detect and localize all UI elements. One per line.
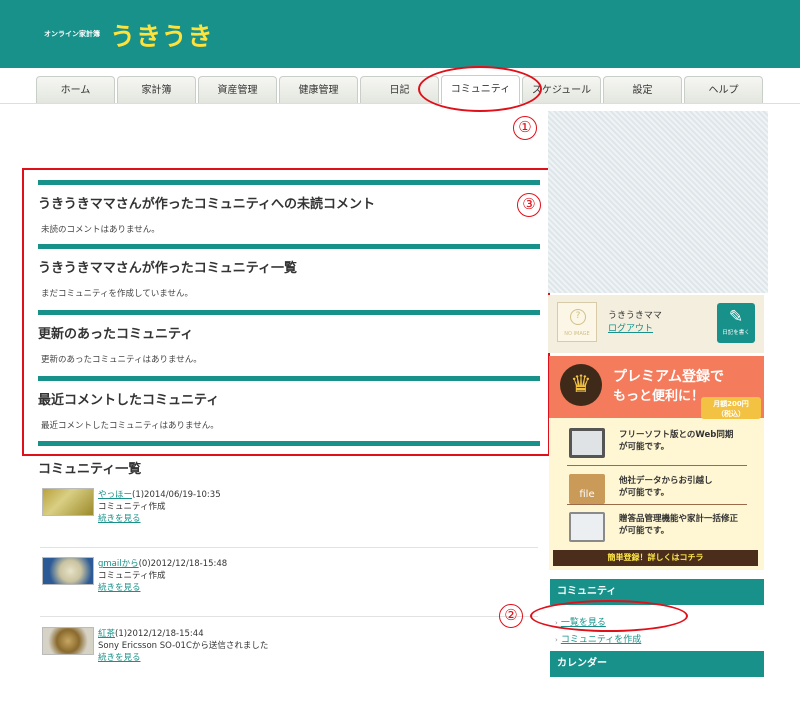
profile-box: ? NO IMAGE うきうきママ ログアウト ✎ 日記を書く <box>548 295 764 353</box>
list-divider <box>40 547 538 548</box>
feature-divider <box>567 504 747 505</box>
section-divider <box>38 441 540 446</box>
section-divider <box>38 244 540 249</box>
community-thumbnail[interactable] <box>42 488 94 516</box>
price-amount: 月額200円 <box>713 400 749 408</box>
community-list-title: コミュニティ一覧 <box>38 462 142 477</box>
tab-settings[interactable]: 設定 <box>603 76 682 103</box>
main-nav: ホーム 家計簿 資産管理 健康管理 日記 コミュニティ スケジュール 設定 ヘル… <box>0 68 800 104</box>
read-more-link[interactable]: 続きを見る <box>98 653 141 663</box>
section-title: うきうきママさんが作ったコミュニティへの未読コメント <box>38 197 375 212</box>
list-item: やっほー(1)2014/06/19-10:35 コミュニティ作成 続きを見る <box>40 488 538 548</box>
site-logo[interactable]: うきうき <box>110 17 214 53</box>
premium-banner[interactable]: ♛ プレミアム登録で もっと便利に！ 月額200円 （税込） フリーソフト版とのW… <box>549 356 764 570</box>
my-communities-section: うきうきママさんが作ったコミュニティ一覧 まだコミュニティを作成していません。 <box>38 244 540 299</box>
section-text: 未読のコメントはありません。 <box>41 225 160 235</box>
price-tax: （税込） <box>717 410 745 418</box>
feature-text: フリーソフト版とのWeb同期 が可能です。 <box>619 430 734 452</box>
premium-subtitle: もっと便利に！ <box>613 389 705 404</box>
crown-icon: ♛ <box>560 364 602 406</box>
community-link[interactable]: gmailから <box>98 559 139 569</box>
tab-household-budget[interactable]: 家計簿 <box>117 76 196 103</box>
monitor-icon <box>569 428 605 458</box>
file-icon: file <box>569 474 605 504</box>
community-description: コミュニティ作成 <box>98 502 166 512</box>
community-meta: (1)2014/06/19-10:35 <box>132 490 221 500</box>
feature-text: 他社データからお引越し が可能です。 <box>619 476 713 498</box>
read-more-link[interactable]: 続きを見る <box>98 514 141 524</box>
community-meta: (0)2012/12/18-15:48 <box>138 559 228 569</box>
write-diary-label: 日記を書く <box>722 330 750 336</box>
profile-name: うきうきママ <box>608 311 662 321</box>
tab-asset-management[interactable]: 資産管理 <box>198 76 277 103</box>
community-title-line: やっほー(1)2014/06/19-10:35 <box>98 488 221 500</box>
section-divider-bottom <box>38 441 540 446</box>
community-title-line: 紅茶(1)2012/12/18-15:44 <box>98 627 204 639</box>
premium-cta-button[interactable]: 簡単登録！詳しくはコチラ <box>553 550 758 566</box>
annotation-ellipse-list <box>530 600 688 632</box>
premium-feature: 贈答品管理機能や家計一括修正 が可能です。 <box>567 506 747 552</box>
list-divider <box>40 616 538 617</box>
arrow-icon: › <box>555 636 558 644</box>
community-link[interactable]: やっほー <box>98 490 132 500</box>
list-item: gmailから(0)2012/12/18-15:48 コミュニティ作成 続きを見… <box>40 557 538 617</box>
write-diary-button[interactable]: ✎ 日記を書く <box>717 303 755 343</box>
community-description: Sony Ericsson SO-01Cから送信されました <box>98 641 269 651</box>
list-item: 紅茶(1)2012/12/18-15:44 Sony Ericsson SO-0… <box>40 627 538 687</box>
ad-banner[interactable] <box>548 111 768 293</box>
recent-comment-communities-section: 最近コメントしたコミュニティ 最近コメントしたコミュニティはありません。 <box>38 376 540 431</box>
premium-title: プレミアム登録で <box>613 369 725 385</box>
annotation-number-2: ② <box>499 604 523 628</box>
premium-header: ♛ プレミアム登録で もっと便利に！ 月額200円 （税込） <box>549 356 764 419</box>
section-text: 最近コメントしたコミュニティはありません。 <box>41 421 219 431</box>
community-meta: (1)2012/12/18-15:44 <box>115 629 204 639</box>
updated-communities-section: 更新のあったコミュニティ 更新のあったコミュニティはありません。 <box>38 310 540 365</box>
section-text: 更新のあったコミュニティはありません。 <box>41 355 202 365</box>
site-header: オンライン家計簿 うきうき <box>0 0 800 68</box>
avatar: ? NO IMAGE <box>557 302 597 342</box>
read-more-link[interactable]: 続きを見る <box>98 583 141 593</box>
question-icon: ? <box>570 309 586 325</box>
logout-link[interactable]: ログアウト <box>608 321 653 334</box>
no-image-label: NO IMAGE <box>564 331 590 337</box>
feature-text: 贈答品管理機能や家計一括修正 が可能です。 <box>619 514 739 536</box>
tab-health-management[interactable]: 健康管理 <box>279 76 358 103</box>
price-badge: 月額200円 （税込） <box>701 397 761 419</box>
section-title: 最近コメントしたコミュニティ <box>38 393 220 408</box>
sidebar-calendar-heading: カレンダー <box>550 651 764 677</box>
annotation-ellipse-tab <box>418 66 542 112</box>
annotation-number-1: ① <box>513 116 537 140</box>
section-divider <box>38 376 540 381</box>
community-title-line: gmailから(0)2012/12/18-15:48 <box>98 557 227 569</box>
unread-comments-section: うきうきママさんが作ったコミュニティへの未読コメント 未読のコメントはありません… <box>38 180 540 235</box>
section-title: うきうきママさんが作ったコミュニティ一覧 <box>38 261 297 276</box>
community-thumbnail[interactable] <box>42 557 94 585</box>
community-description: コミュニティ作成 <box>98 571 166 581</box>
section-text: まだコミュニティを作成していません。 <box>41 289 193 299</box>
premium-feature: フリーソフト版とのWeb同期 が可能です。 <box>567 422 747 468</box>
community-thumbnail[interactable] <box>42 627 94 655</box>
community-link[interactable]: 紅茶 <box>98 629 115 639</box>
section-divider <box>38 310 540 315</box>
tab-home[interactable]: ホーム <box>36 76 115 103</box>
tab-help[interactable]: ヘルプ <box>684 76 763 103</box>
calculator-icon <box>569 512 605 542</box>
section-title: 更新のあったコミュニティ <box>38 327 194 342</box>
feature-divider <box>567 465 747 466</box>
section-divider <box>38 180 540 185</box>
pen-icon: ✎ <box>728 307 744 327</box>
brand-subtitle: オンライン家計簿 <box>44 30 100 38</box>
create-community-link[interactable]: › コミュニティを作成 <box>555 632 641 645</box>
